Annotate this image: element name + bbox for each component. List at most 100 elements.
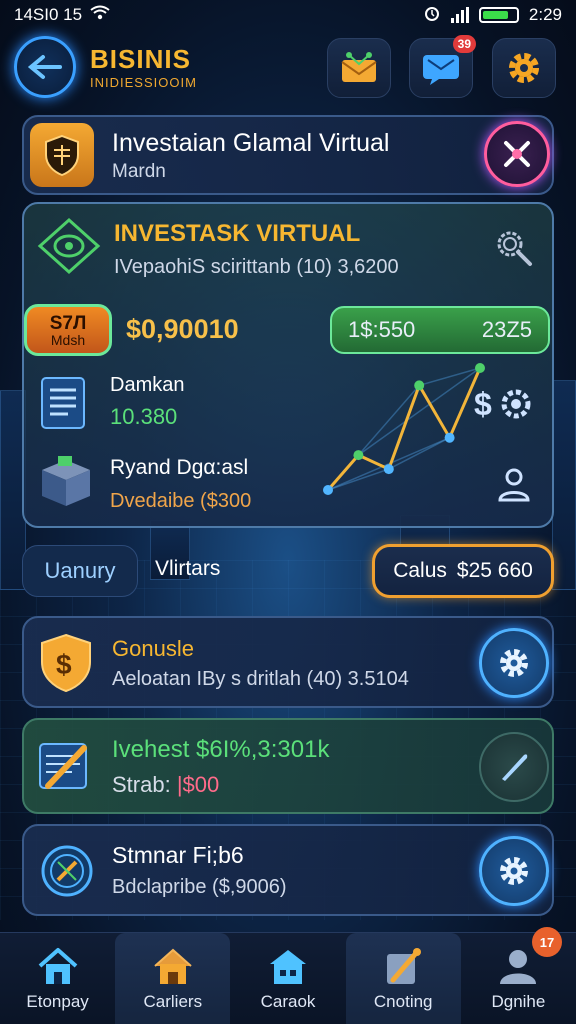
chart-network-line [357, 384, 420, 456]
edit-button[interactable] [479, 732, 549, 802]
calc-value: $25 660 [456, 559, 533, 582]
status-time-right: 2:29 [528, 5, 562, 24]
row2-value: Dvedaibe ($300 [110, 490, 252, 512]
dollar-shield-icon: $ [41, 633, 91, 693]
row2-title: Ryand Dgα:asl [110, 456, 249, 479]
balance-pill[interactable]: 1$:550 23Z5 [330, 306, 550, 354]
list-item-subtitle: Bdclapribe ($,9006) [112, 876, 287, 898]
tab-uanury[interactable]: Uanury [22, 545, 138, 597]
price-chip[interactable]: S7Л Mdsh [24, 304, 112, 356]
status-bar: 14SI0 15 2:29 [0, 0, 576, 30]
price-chip-line1: S7Л [49, 312, 87, 334]
trend-chart [323, 363, 485, 495]
dollar-gear-icon: $ [474, 386, 531, 422]
eye-diamond-icon [37, 217, 101, 275]
wrench-cross-icon [504, 141, 530, 167]
notification-badge: 17 [532, 927, 563, 957]
list-item[interactable]: $ Gonusle Aeloatan IBy s dritlah (40) 3.… [22, 616, 554, 708]
list-item-title: Ivehest $6I%,3:301k [112, 736, 330, 763]
gear-icon [500, 857, 528, 885]
nav-item-label: Carliers [143, 991, 203, 1011]
messages-button[interactable]: 39 [409, 35, 476, 98]
tools-button[interactable] [484, 121, 550, 187]
user-icon [498, 468, 530, 502]
background-building [552, 380, 576, 590]
hero-subtitle: Mardn [112, 161, 166, 182]
nav-item-caraok[interactable]: Caraok [230, 933, 345, 1024]
chart-point [323, 485, 333, 495]
chart-network-line [418, 367, 481, 387]
chart-point [414, 380, 425, 391]
calc-label: Calus [393, 559, 447, 582]
list-item-subtitle-value: |$00 [176, 772, 220, 797]
chart-point [444, 432, 455, 443]
nav-item-etonpay[interactable]: Etonpay [0, 933, 115, 1024]
balance-right: 23Z5 [481, 317, 532, 342]
price-chip-line2: Mdsh [50, 331, 86, 348]
app-header: BISINIS INIDIESSIOOIM 39 [0, 34, 576, 110]
nav-item-dgnihe[interactable]: Dgnihe 17 [461, 927, 576, 1024]
investment-amount: $0,90010 [126, 314, 239, 344]
nav-item-cnoting[interactable]: Cnoting [345, 933, 461, 1024]
brand: BISINIS INIDIESSIOOIM [90, 44, 197, 90]
chart-point [475, 363, 485, 373]
list-item-title: Gonusle [112, 636, 194, 661]
chart-series-line [326, 367, 482, 491]
investment-card[interactable]: INVESTASK VIRTUAL IVepaohiS scirittanb (… [22, 202, 554, 528]
gear-icon [509, 53, 539, 83]
compass-icon [41, 845, 93, 897]
brand-subtitle: INIDIESSIOOIM [90, 75, 197, 90]
nav-item-label: Dgnihe [491, 991, 546, 1011]
envelope-icon [341, 52, 377, 82]
hero-card[interactable]: Investaian Glamal Virtual Mardn [22, 115, 554, 195]
balance-left: 1$:550 [348, 317, 416, 342]
wifi-icon [90, 5, 110, 26]
list-item-title: Stmnar Fi;b6 [112, 842, 244, 868]
chart-pencil-icon [39, 743, 87, 789]
shield-icon [30, 123, 94, 187]
tab-vlirtars[interactable]: Vlirtars [155, 557, 220, 581]
status-time-left: 14SI0 15 [14, 5, 83, 24]
arrow-left-icon [27, 55, 62, 79]
list-item-subtitle-label: Strab: [112, 772, 177, 797]
alarm-icon [423, 4, 441, 27]
profile-icon [500, 949, 537, 984]
row1-value: 10.380 [110, 404, 178, 429]
svg-text:$: $ [474, 386, 492, 422]
row1-title: Damkan [110, 374, 185, 396]
nav-item-label: Caraok [260, 991, 316, 1011]
nav-item-label: Etonpay [26, 991, 89, 1011]
chart-point [353, 450, 364, 461]
pen-icon [502, 754, 528, 781]
list-item-settings-button[interactable] [479, 628, 549, 698]
investment-subtitle: IVepaohiS scirittanb (10) 3,6200 [114, 256, 399, 278]
list-item-settings-button[interactable] [479, 836, 549, 906]
chat-icon [423, 55, 459, 85]
signal-icon [450, 7, 469, 23]
nav-item-label: Cnoting [373, 991, 433, 1011]
messages-badge: 39 [452, 35, 476, 53]
gear-icon [500, 649, 528, 677]
chart-network-line [327, 437, 450, 491]
hero-title: Investaian Glamal Virtual [112, 129, 390, 157]
calculation-chip[interactable]: Calus $25 660 [372, 544, 554, 598]
battery-icon [478, 7, 519, 23]
note-pencil-icon [387, 947, 422, 984]
building-icon [270, 949, 306, 984]
house-icon [154, 948, 192, 984]
nav-item-carliers[interactable]: Carliers [115, 933, 231, 1024]
list-item[interactable]: Stmnar Fi;b6 Bdclapribe ($,9006) [22, 824, 554, 916]
search-gear-icon [497, 231, 532, 266]
box-icon [42, 456, 90, 506]
list-item[interactable]: Ivehest $6I%,3:301k Strab: |$00 [22, 718, 554, 814]
back-button[interactable] [14, 36, 76, 98]
brand-title: BISINIS [90, 44, 191, 74]
investment-title: INVESTASK VIRTUAL [114, 220, 361, 247]
settings-button[interactable] [492, 38, 556, 98]
inbox-button[interactable] [327, 38, 391, 98]
document-icon [41, 377, 85, 429]
list-item-subtitle: Aeloatan IBy s dritlah (40) 3.5104 [112, 668, 409, 690]
home-icon [38, 947, 77, 984]
chart-point [383, 464, 394, 475]
bottom-nav: Etonpay Carliers Caraok Cnoting Dgnihe 1… [0, 927, 576, 1024]
